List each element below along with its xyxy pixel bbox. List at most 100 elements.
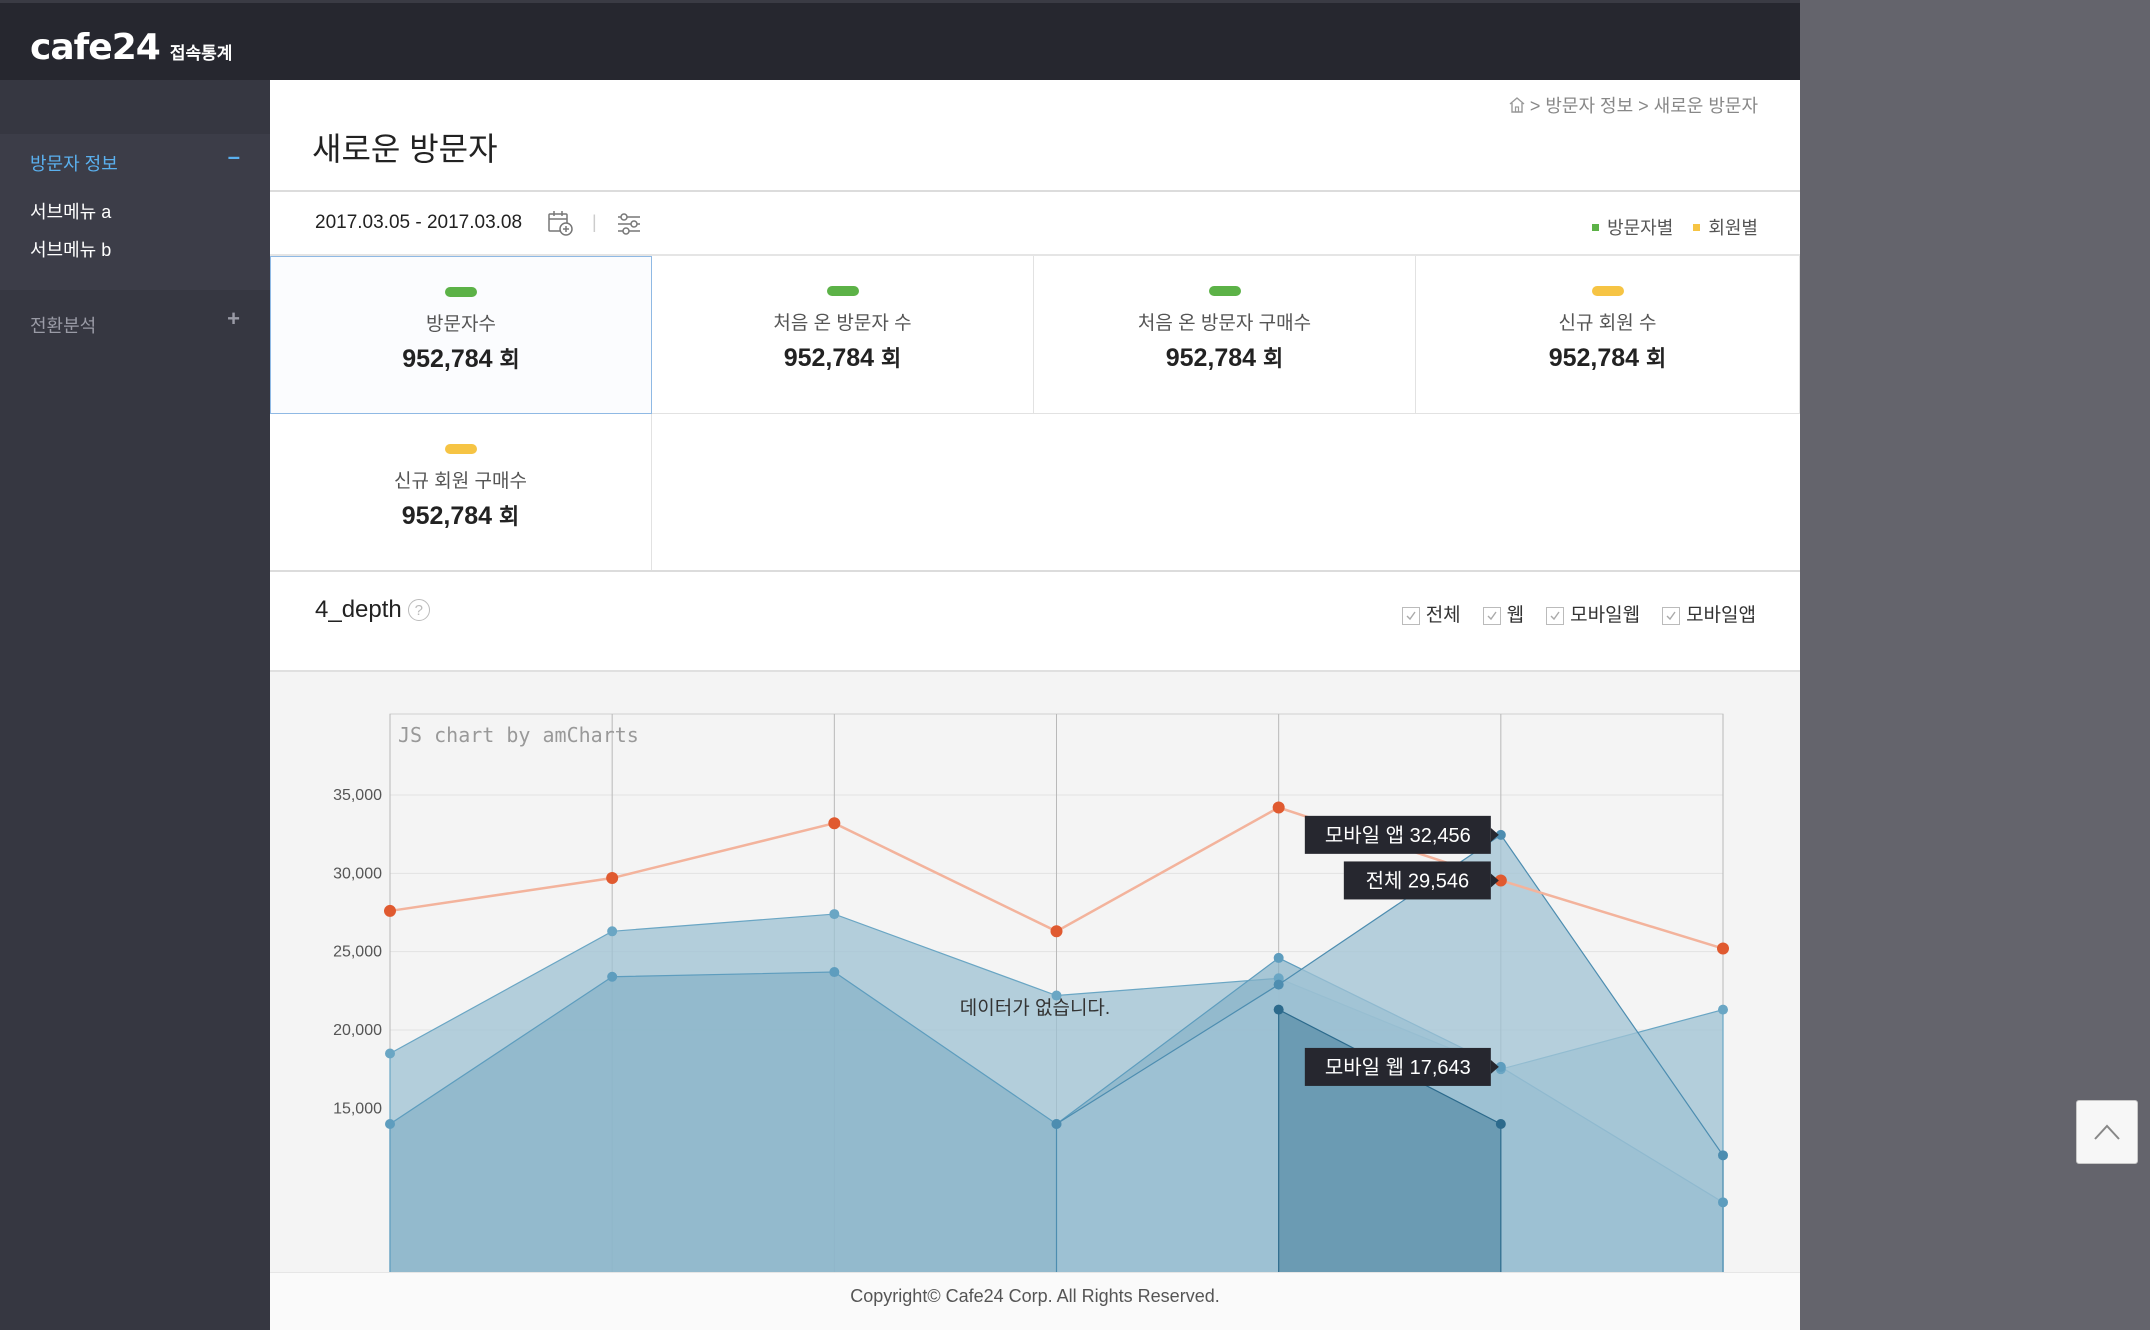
data-point bbox=[384, 904, 396, 917]
chart-credit: JS chart by amCharts bbox=[398, 723, 639, 747]
help-icon[interactable]: ? bbox=[407, 599, 430, 621]
data-point bbox=[829, 967, 840, 978]
y-tick-label: 30,000 bbox=[333, 865, 382, 882]
card-color-bar bbox=[1208, 286, 1241, 296]
divider bbox=[270, 570, 1800, 572]
series-filters: 전체 웹 모바일웹 모바일앱 bbox=[1401, 600, 1756, 627]
filter-all-checkbox[interactable]: 전체 bbox=[1401, 600, 1461, 627]
footer: Copyright© Cafe24 Corp. All Rights Reser… bbox=[270, 1272, 1800, 1330]
y-tick-label: 25,000 bbox=[333, 944, 382, 961]
data-point bbox=[1273, 979, 1284, 990]
logo-subtitle: 접속통계 bbox=[169, 44, 233, 63]
card-label: 방문자수 bbox=[426, 314, 496, 335]
breadcrumb-path: > 방문자 정보 > 새로운 방문자 bbox=[1529, 96, 1758, 116]
stat-card-new-members[interactable]: 신규 회원 수 952,784 회 bbox=[1416, 256, 1800, 414]
data-point bbox=[1495, 1119, 1506, 1129]
data-point bbox=[1050, 925, 1063, 938]
sidebar: 방문자 정보 – 서브메뉴 a 서브메뉴 b 전환분석 + bbox=[0, 80, 270, 1330]
scroll-top-button[interactable] bbox=[2076, 1100, 2138, 1164]
sidebar-subitem-a[interactable]: 서브메뉴 a bbox=[30, 198, 111, 224]
card-label: 처음 온 방문자 구매수 bbox=[1137, 313, 1312, 334]
filter-mobile-app-checkbox[interactable]: 모바일앱 bbox=[1662, 600, 1756, 627]
card-value: 952,784 회 bbox=[402, 345, 520, 373]
legend-dot bbox=[1693, 223, 1701, 231]
tooltip-label: 모바일 웹 17,643 bbox=[1325, 1056, 1471, 1079]
data-point bbox=[1718, 1150, 1728, 1161]
date-filter-row: 2017.03.05 - 2017.03.08 | 방문자별 회원별 bbox=[270, 192, 1800, 256]
separator: | bbox=[592, 212, 597, 232]
logo-text: cafe24 bbox=[30, 27, 161, 68]
data-point bbox=[1273, 952, 1284, 963]
card-value: 952,784 회 bbox=[783, 344, 902, 372]
stat-card-first-visitors[interactable]: 처음 온 방문자 수 952,784 회 bbox=[652, 256, 1034, 414]
tooltip-label: 전체 29,546 bbox=[1366, 869, 1470, 892]
card-value: 952,784 회 bbox=[401, 502, 520, 530]
y-tick-label: 15,000 bbox=[333, 1100, 382, 1117]
top-bar: cafe24 접속통계 bbox=[0, 0, 1800, 80]
legend-label: 방문자별 bbox=[1607, 218, 1674, 238]
y-tick-label: 35,000 bbox=[333, 787, 382, 804]
legend: 방문자별 회원별 bbox=[1592, 214, 1758, 240]
stat-card-new-member-purchases[interactable]: 신규 회원 구매수 952,784 회 bbox=[270, 414, 652, 572]
data-point bbox=[1718, 1197, 1728, 1208]
checkbox[interactable] bbox=[1662, 606, 1681, 625]
main-content: > 방문자 정보 > 새로운 방문자 새로운 방문자 2017.03.05 - … bbox=[270, 80, 1800, 1330]
card-color-bar bbox=[826, 286, 859, 296]
stat-cards: 방문자수 952,784 회 처음 온 방문자 수 952,784 회 처음 온… bbox=[270, 256, 1800, 572]
expand-icon[interactable]: + bbox=[227, 306, 240, 332]
filter-web-checkbox[interactable]: 웹 bbox=[1482, 600, 1525, 627]
data-point bbox=[1718, 1004, 1728, 1015]
chevron-up-icon bbox=[2094, 1124, 2120, 1140]
data-point bbox=[385, 1048, 395, 1059]
card-color-bar bbox=[445, 287, 477, 297]
data-point bbox=[607, 971, 618, 982]
legend-item-visitor[interactable]: 방문자별 bbox=[1592, 214, 1673, 240]
checkbox-label: 전체 bbox=[1425, 605, 1461, 626]
card-label: 신규 회원 구매수 bbox=[394, 471, 527, 492]
checkbox[interactable] bbox=[1546, 606, 1565, 625]
data-point bbox=[607, 926, 618, 937]
page-title: 새로운 방문자 bbox=[312, 131, 498, 167]
card-label: 처음 온 방문자 수 bbox=[773, 313, 912, 334]
sidebar-item-conversion[interactable]: 전환분석 bbox=[30, 312, 96, 338]
stat-card-first-visitor-purchases[interactable]: 처음 온 방문자 구매수 952,784 회 bbox=[1034, 256, 1416, 414]
card-value: 952,784 회 bbox=[1548, 344, 1667, 372]
checkbox-label: 웹 bbox=[1506, 605, 1525, 626]
data-point bbox=[1051, 1119, 1062, 1129]
section-title-text: 4_depth bbox=[315, 596, 402, 623]
data-point bbox=[385, 1119, 395, 1129]
card-value: 952,784 회 bbox=[1165, 344, 1284, 372]
no-data-text: 데이터가 없습니다. bbox=[960, 997, 1110, 1019]
legend-dot bbox=[1592, 223, 1600, 231]
home-icon[interactable] bbox=[1508, 96, 1526, 114]
data-point bbox=[828, 817, 841, 830]
data-point bbox=[1273, 1004, 1284, 1015]
chart-area: 20,000 25,000 30,000 35,000 15,000 JS chart b… bbox=[270, 672, 1800, 1272]
date-range[interactable]: 2017.03.05 - 2017.03.08 bbox=[315, 212, 522, 234]
legend-item-member[interactable]: 회원별 bbox=[1693, 214, 1758, 240]
data-point bbox=[829, 909, 840, 920]
area-chart: 20,000 25,000 30,000 35,000 15,000 JS chart b… bbox=[333, 713, 1729, 1272]
filter-mobile-web-checkbox[interactable]: 모바일웹 bbox=[1546, 600, 1640, 627]
card-label: 신규 회원 수 bbox=[1558, 313, 1657, 334]
logo[interactable]: cafe24 접속통계 bbox=[30, 27, 232, 68]
card-color-bar bbox=[444, 444, 477, 454]
calendar-icon[interactable] bbox=[546, 209, 574, 237]
collapse-icon[interactable]: – bbox=[228, 144, 240, 170]
card-color-bar bbox=[1591, 286, 1624, 296]
settings-sliders-icon[interactable] bbox=[615, 210, 643, 238]
data-point bbox=[1717, 942, 1729, 955]
tooltip-label: 모바일 앱 32,456 bbox=[1325, 824, 1471, 847]
stat-card-visitors[interactable]: 방문자수 952,784 회 bbox=[270, 256, 652, 414]
sidebar-subitem-b[interactable]: 서브메뉴 b bbox=[30, 236, 111, 262]
legend-label: 회원별 bbox=[1708, 218, 1758, 238]
checkbox[interactable] bbox=[1482, 606, 1501, 625]
y-tick-label: 20,000 bbox=[333, 1022, 382, 1039]
checkbox[interactable] bbox=[1401, 606, 1420, 625]
data-point bbox=[606, 872, 619, 885]
sidebar-item-visitor-info[interactable]: 방문자 정보 bbox=[30, 150, 118, 176]
breadcrumb: > 방문자 정보 > 새로운 방문자 bbox=[1508, 92, 1758, 118]
section-title: 4_depth ? bbox=[315, 596, 430, 624]
checkbox-label: 모바일웹 bbox=[1570, 605, 1641, 626]
checkbox-label: 모바일앱 bbox=[1686, 605, 1756, 626]
